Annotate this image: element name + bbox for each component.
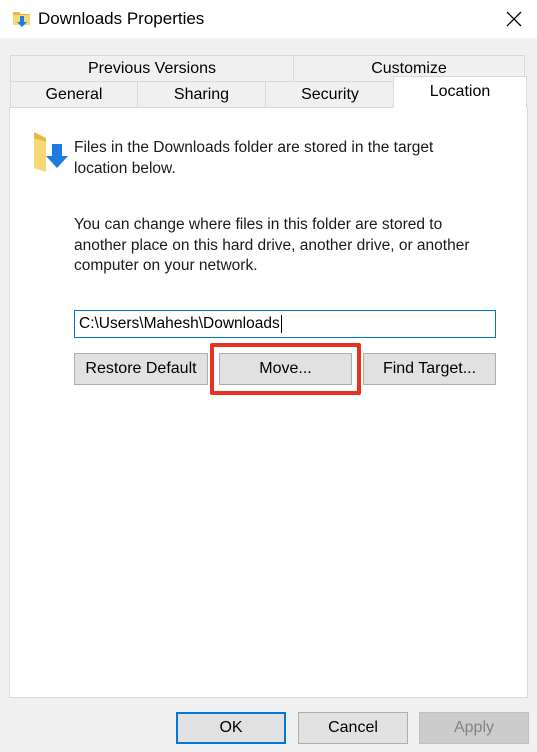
tab-label: General xyxy=(45,86,103,103)
tab-sharing[interactable]: Sharing xyxy=(137,81,266,107)
cancel-button[interactable]: Cancel xyxy=(298,712,408,744)
text-caret xyxy=(280,314,282,333)
location-info: You can change where files in this folde… xyxy=(74,216,470,274)
tab-location[interactable]: Location xyxy=(393,76,527,108)
title-bar: Downloads Properties xyxy=(0,0,537,38)
path-value: C:\Users\Mahesh\Downloads xyxy=(79,315,280,332)
location-description: Files in the Downloads folder are stored… xyxy=(74,139,434,177)
ok-button[interactable]: OK xyxy=(176,712,286,744)
find-target-button[interactable]: Find Target... xyxy=(363,353,496,385)
location-panel xyxy=(9,107,528,698)
tab-label: Previous Versions xyxy=(87,60,217,77)
tab-label: Sharing xyxy=(173,86,230,103)
tab-general[interactable]: General xyxy=(10,81,138,107)
tab-label: Location xyxy=(429,83,491,100)
window-title: Downloads Properties xyxy=(38,9,205,28)
move-highlight-box xyxy=(210,343,361,395)
close-icon xyxy=(506,11,522,27)
downloads-folder-icon xyxy=(34,132,68,172)
close-button[interactable] xyxy=(491,0,537,38)
location-path-input[interactable]: C:\Users\Mahesh\Downloads xyxy=(74,310,496,338)
folder-download-icon xyxy=(13,12,30,27)
restore-default-button[interactable]: Restore Default xyxy=(74,353,208,385)
tab-previous-versions[interactable]: Previous Versions xyxy=(10,55,294,81)
tab-label: Customize xyxy=(371,60,447,77)
apply-button[interactable]: Apply xyxy=(419,712,529,744)
tab-security[interactable]: Security xyxy=(265,81,395,107)
tab-label: Security xyxy=(301,86,359,103)
